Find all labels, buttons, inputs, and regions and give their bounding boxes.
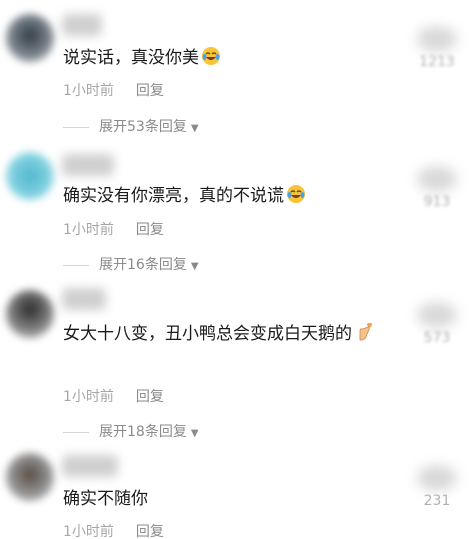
- username[interactable]: [62, 288, 106, 310]
- triangle-down-icon: ▼: [190, 428, 199, 439]
- reply-button[interactable]: 回复: [136, 222, 164, 238]
- tears-of-joy-emoji-icon: [287, 185, 305, 203]
- finger-heart-emoji-icon: [359, 322, 372, 341]
- comment-text: 确实不随你: [63, 485, 392, 513]
- comment-meta: 1小时前 回复: [63, 386, 186, 406]
- expand-replies-button[interactable]: 展开18条回复 ▼: [63, 421, 199, 441]
- reply-button[interactable]: 回复: [136, 83, 164, 99]
- expand-replies-label: 展开53条回复: [99, 119, 187, 135]
- expand-replies-label: 展开18条回复: [99, 424, 187, 440]
- expand-replies-button[interactable]: 展开16条回复 ▼: [63, 254, 199, 274]
- avatar[interactable]: [6, 152, 54, 200]
- avatar[interactable]: [6, 290, 54, 338]
- expand-replies-button[interactable]: 展开53条回复 ▼: [63, 116, 199, 136]
- comment-text: 女大十八变，丑小鸭总会变成白天鹅的: [63, 320, 402, 348]
- avatar[interactable]: [6, 14, 54, 62]
- comment-meta: 1小时前 回复: [63, 521, 186, 539]
- like-button[interactable]: 1213: [414, 26, 460, 70]
- comment-item: 确实没有你漂亮，真的不说谎 1小时前 回复 展开16条回复 ▼ 913: [0, 140, 472, 280]
- comment-text: 确实没有你漂亮，真的不说谎: [63, 182, 392, 210]
- expand-replies-label: 展开16条回复: [99, 257, 187, 273]
- tears-of-joy-emoji-icon: [202, 47, 220, 65]
- username[interactable]: [62, 154, 114, 176]
- comment-time: 1小时前: [63, 524, 114, 539]
- divider-line: [63, 264, 89, 266]
- triangle-down-icon: ▼: [190, 123, 199, 134]
- comment-list: 说实话，真没你美 1小时前 回复 展开53条回复 ▼ 1213 确实没有你漂亮，真的…: [0, 0, 472, 539]
- username[interactable]: [62, 14, 102, 36]
- comment-item: 确实不随你 1小时前 回复 231: [0, 445, 472, 539]
- comment-time: 1小时前: [63, 222, 114, 238]
- divider-line: [63, 431, 89, 433]
- reply-button[interactable]: 回复: [136, 524, 164, 539]
- heart-icon: [417, 26, 457, 52]
- comment-text-content: 确实不随你: [63, 489, 148, 509]
- comment-text-content: 说实话，真没你美: [63, 48, 199, 68]
- reply-button[interactable]: 回复: [136, 389, 164, 405]
- comment-meta: 1小时前 回复: [63, 219, 186, 239]
- comment-meta: 1小时前 回复: [63, 80, 186, 100]
- like-button[interactable]: 573: [414, 302, 460, 346]
- like-count: 231: [423, 493, 451, 509]
- triangle-down-icon: ▼: [190, 261, 199, 272]
- like-count: 913: [423, 194, 451, 210]
- comment-time: 1小时前: [63, 389, 114, 405]
- comment-item: 女大十八变，丑小鸭总会变成白天鹅的 1小时前 回复 展开18条回复 ▼ 573: [0, 280, 472, 445]
- comment-text: 说实话，真没你美: [63, 44, 392, 72]
- username[interactable]: [62, 455, 118, 477]
- like-button[interactable]: 231: [414, 465, 460, 509]
- avatar[interactable]: [6, 453, 54, 501]
- heart-icon: [417, 166, 457, 192]
- like-count: 1213: [419, 54, 455, 70]
- divider-line: [63, 126, 89, 128]
- comment-item: 说实话，真没你美 1小时前 回复 展开53条回复 ▼ 1213: [0, 0, 472, 140]
- like-button[interactable]: 913: [414, 166, 460, 210]
- comment-time: 1小时前: [63, 83, 114, 99]
- like-count: 573: [423, 330, 451, 346]
- heart-icon: [417, 465, 457, 491]
- comment-text-content: 确实没有你漂亮，真的不说谎: [63, 186, 284, 206]
- comment-text-content: 女大十八变，丑小鸭总会变成白天鹅的: [63, 324, 352, 344]
- heart-icon: [417, 302, 457, 328]
